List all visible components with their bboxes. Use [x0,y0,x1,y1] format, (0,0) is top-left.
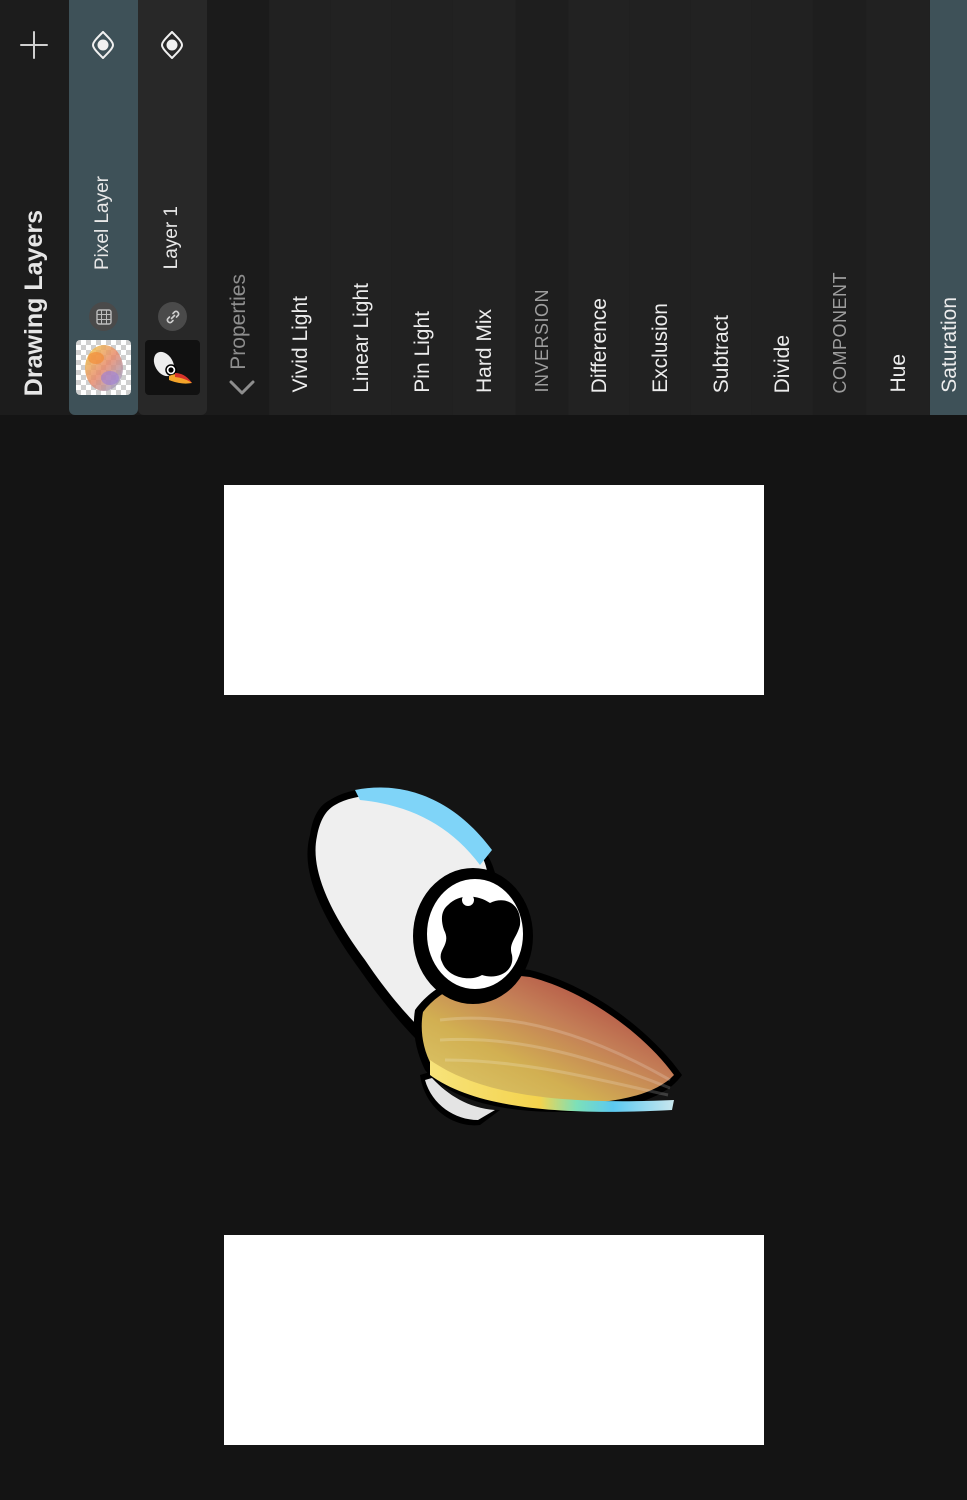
blend-mode-label-wrap: Exclusion [630,303,691,393]
layer-thumbnail [76,340,131,395]
blend-mode-difference[interactable]: Difference [568,0,630,415]
eye-icon[interactable] [92,31,114,59]
link-icon [158,302,187,331]
blend-mode-label: COMPONENT [829,271,850,394]
blend-mode-pin-light[interactable]: Pin Light [391,0,453,415]
grid-icon [89,302,118,331]
blend-mode-label: INVERSION [532,289,552,393]
blend-mode-linear-light[interactable]: Linear Light [330,0,392,415]
layer-thumbnail [145,340,200,395]
plus-icon[interactable] [20,31,48,59]
blend-mode-label-wrap: Vivid Light [270,296,331,393]
blend-mode-label: Linear Light [349,283,373,393]
blend-mode-label: Difference [587,297,611,393]
blend-mode-label: Exclusion [648,303,672,393]
section-header-component: COMPONENT [812,0,867,415]
layer-name-text: Layer 1 [161,205,182,270]
properties-header[interactable]: Properties [207,0,269,415]
blend-mode-label-wrap: Saturation [930,297,967,393]
blend-mode-label-wrap: Divide [752,335,813,393]
blend-mode-hard-mix[interactable]: Hard Mix [452,0,516,415]
blend-mode-label: Subtract [709,314,733,393]
blend-mode-hue[interactable]: Hue [866,0,930,415]
canvas-white-panel-top [224,485,764,695]
blend-mode-label-wrap: INVERSION [516,289,569,393]
blend-mode-label-wrap: Pin Light [392,311,453,393]
blend-mode-label-wrap: Subtract [691,315,752,393]
layer-name-text: Pixel Layer [92,175,113,270]
layer-row-layer-1[interactable]: Layer 1 [138,0,207,415]
blend-mode-label: Hard Mix [472,308,496,393]
blend-mode-label: Vivid Light [288,296,312,393]
blend-mode-label-wrap: Hard Mix [453,309,516,393]
blend-mode-label-wrap: Linear Light [331,283,392,393]
layer-name: Layer 1 [161,180,183,295]
blend-mode-label-wrap: Difference [569,298,630,393]
section-header-inversion: INVERSION [515,0,569,415]
blend-mode-label: Divide [770,334,794,393]
panel-header: Drawing Layers [0,0,69,415]
panel-title: Drawing Layers [20,196,49,396]
blend-mode-exclusion[interactable]: Exclusion [629,0,691,415]
blend-mode-label-wrap: Hue [867,354,930,393]
blend-mode-label-wrap: COMPONENT [813,272,867,394]
blend-mode-subtract[interactable]: Subtract [690,0,752,415]
layer-name: Pixel Layer [92,150,114,295]
blend-mode-saturation[interactable]: Saturation [929,0,967,415]
chevron-down-icon[interactable] [228,378,256,398]
blend-mode-label: Saturation [937,297,961,393]
eye-icon[interactable] [161,31,183,59]
blend-mode-label: Pin Light [410,311,434,393]
layer-row-pixel-layer[interactable]: Pixel Layer [69,0,138,415]
properties-label-text: Properties [227,274,250,370]
properties-label: Properties [227,255,251,370]
blend-mode-vivid-light[interactable]: Vivid Light [269,0,331,415]
blend-mode-divide[interactable]: Divide [751,0,813,415]
blend-mode-label: Hue [886,354,910,393]
panel-title-text: Drawing Layers [20,209,48,396]
layers-panel: Drawing Layers Pixel Layer Layer 1 Prope… [0,0,967,415]
canvas-white-panel-bottom [224,1235,764,1445]
